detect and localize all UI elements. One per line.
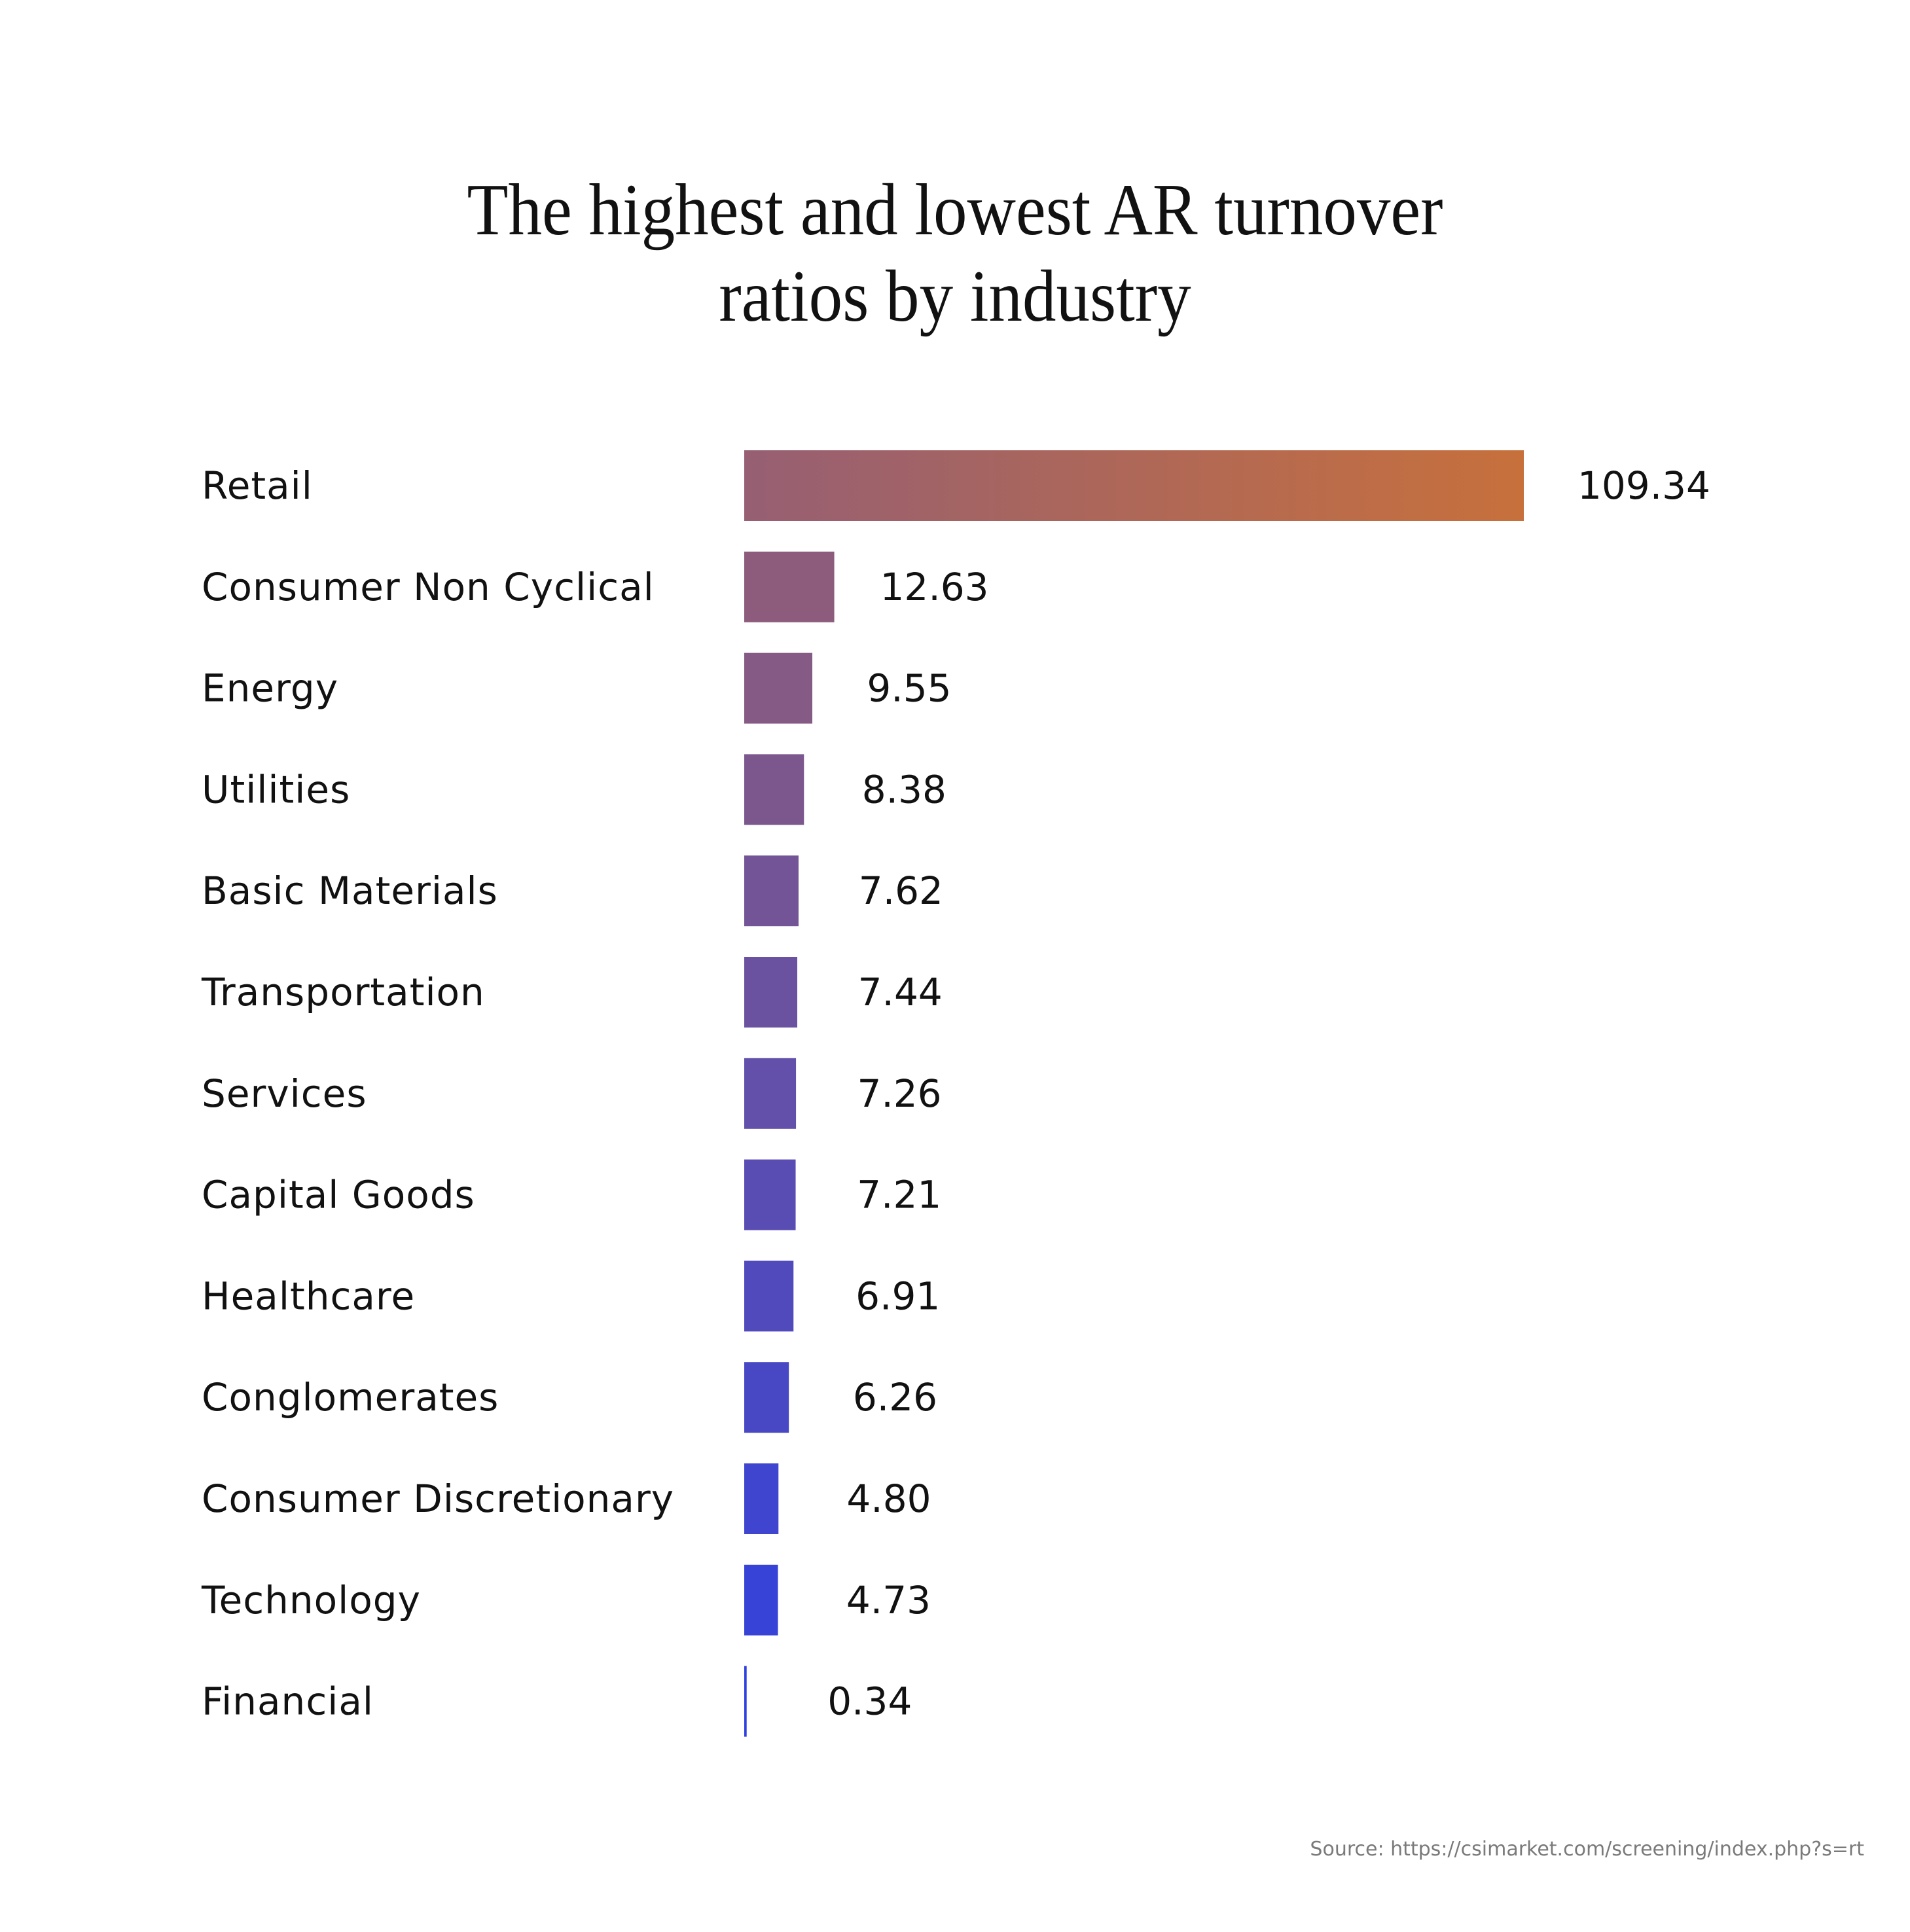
bar-utilities [744, 754, 804, 825]
value-label: 6.26 [853, 1375, 937, 1420]
bar-healthcare [744, 1261, 794, 1332]
category-label: Consumer Non Cyclical [202, 565, 655, 609]
value-label: 4.73 [846, 1578, 931, 1622]
bar-services [744, 1058, 797, 1129]
category-label: Basic Materials [202, 868, 498, 913]
bar-chart: Retail 109.34 Consumer Non Cyclical 12.63 En… [201, 450, 1710, 1737]
value-label: 12.63 [880, 565, 989, 609]
bar-conglomerates [744, 1362, 789, 1433]
value-label: 8.38 [862, 767, 946, 812]
value-label: 0.34 [827, 1679, 912, 1724]
category-label: Utilities [202, 767, 350, 812]
bar-basic-materials [744, 855, 799, 927]
category-label: Energy [202, 666, 338, 711]
value-label: 7.26 [857, 1071, 941, 1116]
category-label: Consumer Discretionary [202, 1476, 674, 1521]
category-label: Services [202, 1071, 367, 1116]
value-label: 6.91 [856, 1274, 940, 1318]
category-label: Technology [201, 1578, 421, 1622]
bar-consumer-non-cyclical [744, 551, 835, 622]
bar-consumer-discretionary [744, 1463, 779, 1534]
bars-group: Retail 109.34 Consumer Non Cyclical 12.63 En… [201, 450, 1710, 1737]
bar-energy [744, 653, 813, 724]
category-label: Transportation [201, 970, 485, 1014]
category-label: Capital Goods [202, 1173, 475, 1217]
category-label: Financial [202, 1679, 374, 1724]
category-label: Healthcare [202, 1274, 415, 1318]
bar-capital-goods [744, 1159, 796, 1230]
bar-technology [744, 1564, 778, 1636]
value-label: 7.62 [859, 868, 943, 913]
value-label: 4.80 [846, 1476, 931, 1521]
source-note: Source: https://csimarket.com/screening/… [1310, 1838, 1864, 1861]
bar-financial [744, 1666, 747, 1737]
bar-transportation [744, 957, 798, 1028]
value-label: 7.44 [858, 970, 943, 1014]
category-label: Conglomerates [202, 1375, 499, 1420]
category-label: Retail [202, 463, 313, 508]
value-label: 7.21 [857, 1173, 941, 1217]
bar-retail [744, 450, 1524, 521]
value-label: 9.55 [867, 666, 951, 711]
value-label: 109.34 [1577, 463, 1710, 508]
